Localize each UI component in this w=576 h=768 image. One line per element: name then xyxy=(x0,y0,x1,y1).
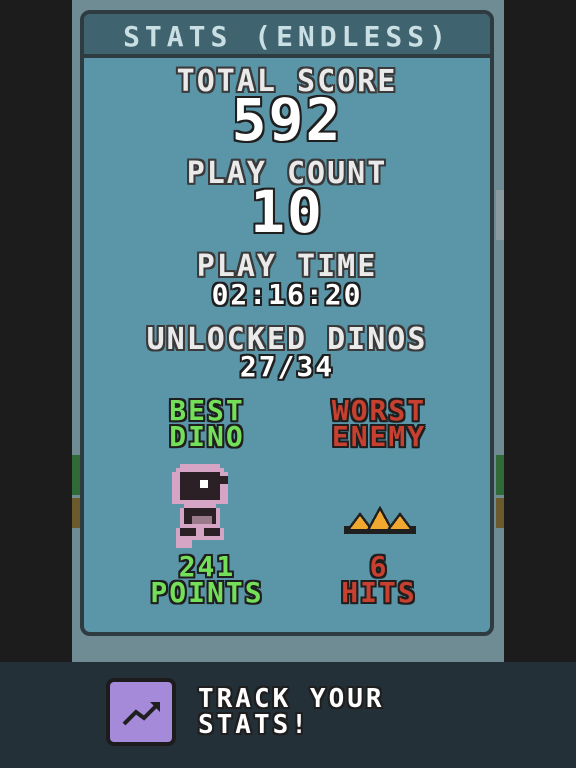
worst-enemy-section: WORST ENEMY xyxy=(284,397,474,453)
footer-line-2: STATS! xyxy=(198,710,310,740)
play-time-value: 02:16:20 xyxy=(211,278,363,311)
best-dino-score: 241 POINTS xyxy=(112,553,302,609)
background-strip-right-2 xyxy=(496,498,504,528)
worst-enemy-score: 6 HITS xyxy=(284,553,474,609)
best-dino-points-unit: POINTS xyxy=(150,576,264,609)
worst-enemy-hits-unit: HITS xyxy=(341,576,417,609)
worst-enemy-label-2: ENEMY xyxy=(331,420,427,453)
best-dino-section: BEST DINO xyxy=(112,397,302,453)
spike-enemy-icon xyxy=(344,506,416,534)
unlocked-dinos-value: 27/34 xyxy=(239,350,335,383)
dino-sprite-icon xyxy=(172,464,228,548)
background-strip-left-2 xyxy=(72,498,80,528)
background-strip-left xyxy=(72,455,80,495)
background-strip-right-3 xyxy=(496,190,504,240)
stats-panel: STATS (ENDLESS) TOTAL SCORE 592 PLAY COU… xyxy=(80,10,494,636)
track-stats-button[interactable] xyxy=(106,678,176,746)
best-dino-label-2: DINO xyxy=(169,420,245,453)
play-count-value: 10 xyxy=(250,178,324,246)
total-score-value: 592 xyxy=(231,86,343,154)
trend-up-icon xyxy=(122,702,160,726)
panel-title: STATS (ENDLESS) xyxy=(123,20,451,53)
footer-line-1: TRACK YOUR xyxy=(198,684,385,714)
panel-header: STATS (ENDLESS) xyxy=(84,14,490,58)
footer-text: TRACK YOUR STATS! xyxy=(198,686,385,738)
background-strip-right xyxy=(496,455,504,495)
